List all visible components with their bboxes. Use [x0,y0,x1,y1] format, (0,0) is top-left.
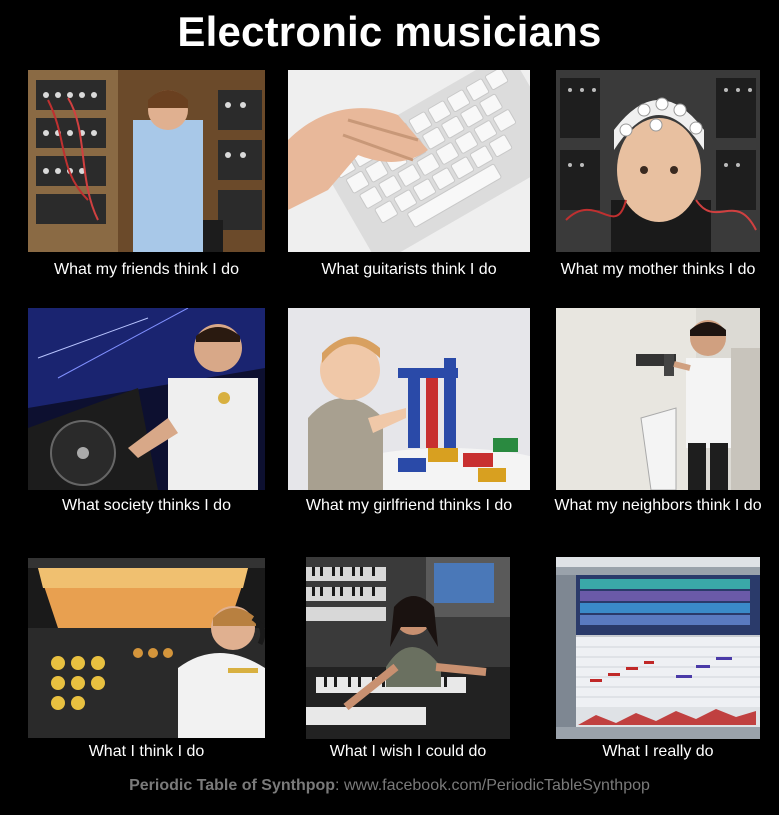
panel-neighbors-caption: What my neighbors think I do [554,497,762,514]
panel-really-caption: What I really do [602,743,714,760]
panel-girlfriend-caption: What my girlfriend thinks I do [305,497,513,514]
panel-neighbors-image [556,308,760,490]
footer-separator: : [335,777,340,794]
footer-label: Periodic Table of Synthpop [129,777,336,794]
panel-mother-caption: What my mother thinks I do [560,261,756,278]
panel-wish-image [306,557,510,739]
panel-i-think-caption: What I think I do [88,743,205,760]
panel-really-image [556,557,760,739]
panel-society-caption: What society thinks I do [62,497,231,514]
panel-guitarists-image [288,70,530,252]
meme-title: Electronic musicians [177,8,602,55]
panel-i-think-image [28,558,265,738]
panel-girlfriend-image [288,308,530,490]
panel-wish-caption: What I wish I could do [329,743,487,760]
panel-guitarists-caption: What guitarists think I do [321,261,497,278]
footer-url-link[interactable]: www.facebook.com/PeriodicTableSynthpop [344,777,650,794]
panel-friends-caption: What my friends think I do [54,261,239,278]
panel-mother-image [556,70,760,252]
panel-friends-image [28,70,265,252]
footer-credit: Periodic Table of Synthpop: www.facebook… [0,777,779,795]
panel-society-image [28,308,265,490]
